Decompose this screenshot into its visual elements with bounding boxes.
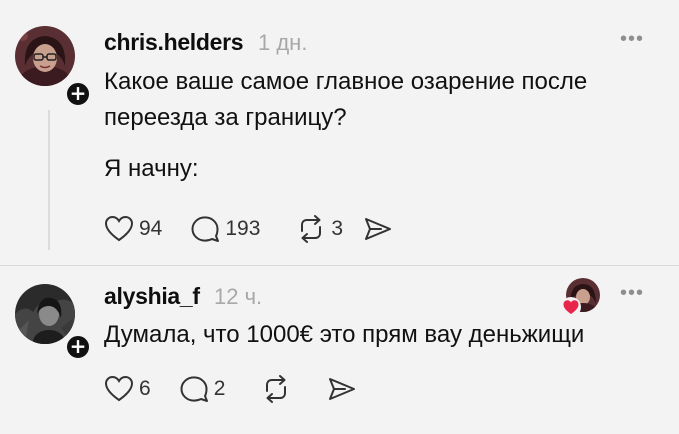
more-options-button[interactable]: •••	[620, 283, 644, 303]
speech-bubble-icon	[179, 375, 209, 403]
repost-arrows-icon	[261, 375, 291, 403]
like-button[interactable]: 6	[104, 375, 151, 403]
reply-button[interactable]: 2	[179, 375, 226, 403]
repost-arrows-icon	[296, 215, 326, 243]
post-actions: 94 193 3	[104, 214, 393, 244]
reply-count: 2	[213, 377, 226, 400]
username[interactable]: chris.helders	[104, 29, 244, 56]
post-text-line: Я начну:	[104, 155, 199, 182]
post-text-line: Какое ваше самое главное озарение после	[104, 68, 588, 95]
thread-post: + chris.helders 1 дн. ••• Какое ваше сам…	[0, 0, 679, 265]
avatar[interactable]	[15, 284, 75, 344]
post-actions: 6 2	[104, 374, 357, 404]
follow-button[interactable]: +	[64, 80, 92, 108]
repost-button[interactable]: 3	[296, 215, 343, 243]
follow-button[interactable]: +	[64, 333, 92, 361]
post-time: 1 дн.	[258, 30, 308, 55]
send-icon	[363, 215, 393, 243]
thread-connector-line	[48, 110, 50, 250]
share-button[interactable]	[363, 215, 393, 243]
post-time: 12 ч.	[214, 284, 263, 309]
like-button[interactable]: 94	[104, 215, 162, 243]
post-text-line: Думала, что 1000€ это прям вау деньжищи	[104, 321, 585, 348]
reply-count: 193	[225, 217, 261, 240]
post-text-line: переезда за границу?	[104, 104, 347, 131]
more-options-button[interactable]: •••	[620, 29, 644, 49]
reply-post: + alyshia_f 12 ч. ••• Думала, что 1000€ …	[0, 266, 679, 434]
heart-outline-icon	[104, 215, 134, 243]
speech-bubble-icon	[190, 215, 220, 243]
heart-outline-icon	[104, 375, 134, 403]
send-icon	[327, 375, 357, 403]
repost-count: 3	[331, 217, 344, 240]
repost-button[interactable]	[261, 375, 291, 403]
avatar[interactable]	[15, 26, 75, 86]
share-button[interactable]	[327, 375, 357, 403]
reply-button[interactable]: 193	[190, 215, 260, 243]
like-count: 94	[139, 217, 163, 240]
like-count: 6	[139, 377, 151, 400]
red-heart-icon	[561, 297, 581, 317]
username[interactable]: alyshia_f	[104, 283, 200, 310]
